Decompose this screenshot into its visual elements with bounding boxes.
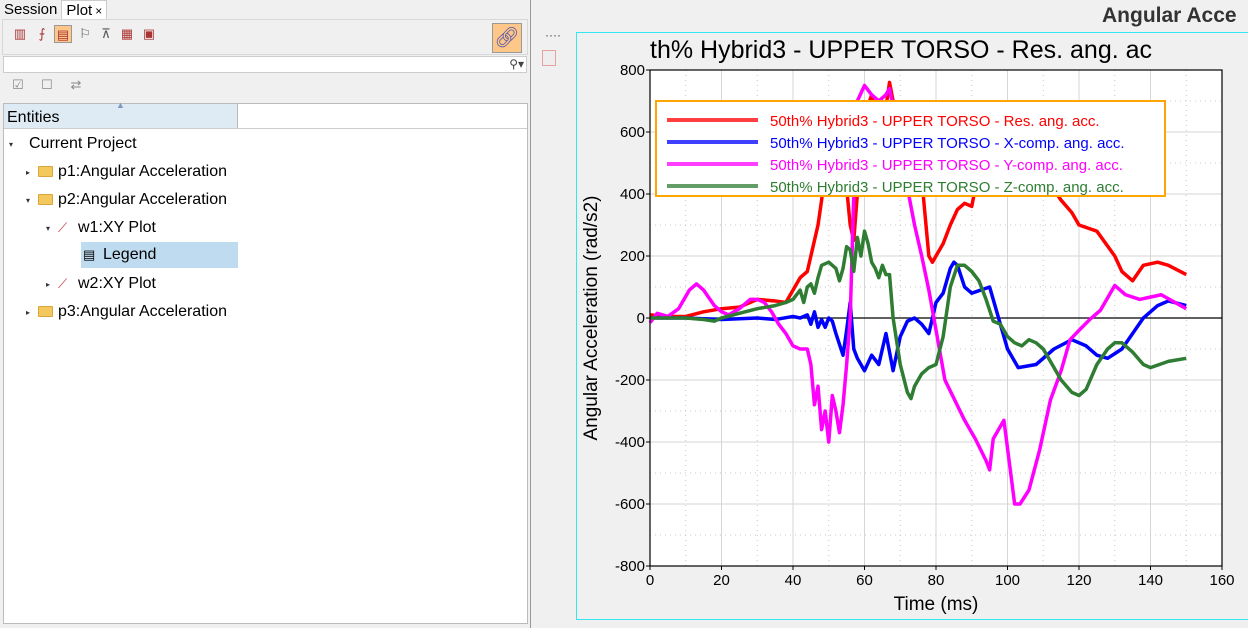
grid-icon[interactable]: ▦ [118, 25, 136, 43]
close-icon[interactable]: × [95, 4, 102, 18]
plot-toolbar: ▥ ⨍ ▤ ⚐ ⊼ ▦ ▣ 🔗︎ [2, 19, 528, 55]
x-tick-label: 100 [995, 572, 1020, 589]
search-icon[interactable]: ⚲▾ [509, 57, 524, 71]
select-none-icon[interactable]: ☐ [37, 77, 57, 97]
folder-icon [38, 305, 56, 320]
x-tick-label: 40 [785, 572, 802, 589]
column-header-entities[interactable]: ▲ Entities [4, 100, 238, 128]
x-tick-label: 120 [1066, 572, 1091, 589]
xy-plot-icon: ⟋ [58, 220, 68, 235]
folder-icon [38, 193, 56, 208]
xy-plot-icon: ⟋ [58, 276, 68, 291]
tree-item-label: p2:Angular Acceleration [58, 191, 227, 208]
sort-ascending-icon: ▲ [116, 100, 125, 110]
entity-tree: ▲ Entities ▾ Current Project ▸ p1:Angular A… [3, 100, 528, 624]
legend-entry: 50th% Hybrid3 - UPPER TORSO - Z-comp. an… [770, 179, 1124, 196]
tree-item-w1[interactable]: ▾ ⟋ w1:XY Plot [46, 215, 156, 241]
folder-icon [38, 165, 56, 180]
panel-tabs: Session Plot × [0, 0, 108, 19]
y-tick-label: -400 [615, 434, 645, 451]
x-axis-label: Time (ms) [894, 594, 979, 615]
x-tick-label: 140 [1138, 572, 1163, 589]
plot-window[interactable]: th% Hybrid3 - UPPER TORSO - Res. ang. ac… [576, 32, 1248, 620]
tree-item-label: w2:XY Plot [78, 275, 156, 292]
curve-icon[interactable]: ⨍ [33, 25, 51, 43]
tree-item-label: p1:Angular Acceleration [58, 163, 227, 180]
y-tick-label: 800 [620, 62, 645, 79]
xy-chart[interactable]: 0 20 40 60 80 100 120 140 160 -800 -600 -400 -200 0 20… [577, 33, 1248, 620]
x-tick-label: 20 [713, 572, 730, 589]
tree-item-legend[interactable]: ▤ Legend [81, 242, 238, 268]
y-tick-label: -600 [615, 496, 645, 513]
link-icon[interactable]: 🔗︎ [492, 23, 522, 53]
tree-item-label: Current Project [29, 135, 137, 152]
invert-selection-icon[interactable]: ⇄ [66, 77, 86, 97]
tree-header: ▲ Entities [4, 100, 527, 129]
tree-item-p2[interactable]: ▾ p2:Angular Acceleration [26, 187, 227, 213]
note-icon[interactable]: ⚐ [76, 25, 94, 43]
y-tick-label: -800 [615, 558, 645, 575]
y-tick-label: -200 [615, 372, 645, 389]
legend-entry: 50th% Hybrid3 - UPPER TORSO - Y-comp. an… [770, 157, 1123, 174]
y-tick-label: 600 [620, 124, 645, 141]
legend-entry: 50th% Hybrid3 - UPPER TORSO - Res. ang. … [770, 113, 1100, 130]
page-title: Angular Acce [1102, 4, 1237, 27]
tree-item-label: Legend [103, 246, 157, 263]
legend: 50th% Hybrid3 - UPPER TORSO - Res. ang. … [655, 100, 1166, 197]
window-layout-icon[interactable] [542, 50, 556, 66]
expand-arrow-icon[interactable]: ▾ [26, 196, 38, 205]
x-tick-label: 80 [928, 572, 945, 589]
x-tick-label: 0 [646, 572, 654, 589]
x-tick-label: 60 [856, 572, 873, 589]
plot-browser-panel: Session Plot × ▥ ⨍ ▤ ⚐ ⊼ ▦ ▣ 🔗︎ ⚲▾ ☑ ☐ ⇄ … [0, 0, 531, 628]
tree-item-label: p3:Angular Acceleration [58, 303, 227, 320]
collapse-arrow-icon[interactable]: ▸ [26, 168, 38, 177]
tree-item-current-project[interactable]: ▾ Current Project [9, 131, 137, 157]
axis-icon[interactable]: ▤ [54, 25, 72, 43]
tab-label: Plot [66, 2, 93, 19]
y-axis-label: Angular Acceleration (rad/s2) [581, 195, 602, 440]
select-all-icon[interactable]: ☑ [8, 77, 28, 97]
expand-arrow-icon[interactable]: ▾ [9, 140, 21, 149]
legend-entry: 50th% Hybrid3 - UPPER TORSO - X-comp. an… [770, 135, 1125, 152]
tab-session[interactable]: Session [0, 0, 61, 19]
expand-arrow-icon[interactable]: ▾ [46, 224, 58, 233]
search-input[interactable]: ⚲▾ [3, 56, 527, 73]
plot-icon[interactable]: ▥ [11, 25, 29, 43]
y-tick-label: 0 [637, 310, 645, 327]
collapse-arrow-icon[interactable]: ▸ [26, 308, 38, 317]
datum-icon[interactable]: ⊼ [97, 25, 115, 43]
x-tick-label: 160 [1209, 572, 1234, 589]
tree-item-p1[interactable]: ▸ p1:Angular Acceleration [26, 159, 227, 185]
tree-item-w2[interactable]: ▸ ⟋ w2:XY Plot [46, 271, 156, 297]
plot-area-panel: Angular Acce ···· th% Hybrid3 - UPPER TO… [533, 0, 1248, 628]
y-tick-label: 200 [620, 248, 645, 265]
tab-plot[interactable]: Plot × [61, 0, 108, 19]
column-header-label: Entities [7, 109, 60, 126]
legend-icon: ▤ [83, 247, 96, 262]
window-menu-icon[interactable]: ···· [545, 28, 561, 42]
tree-item-label: w1:XY Plot [78, 219, 156, 236]
legend-window-icon[interactable]: ▣ [140, 25, 158, 43]
collapse-arrow-icon[interactable]: ▸ [46, 280, 58, 289]
tree-item-p3[interactable]: ▸ p3:Angular Acceleration [26, 299, 227, 325]
y-tick-label: 400 [620, 186, 645, 203]
tab-label: Session [4, 1, 58, 18]
